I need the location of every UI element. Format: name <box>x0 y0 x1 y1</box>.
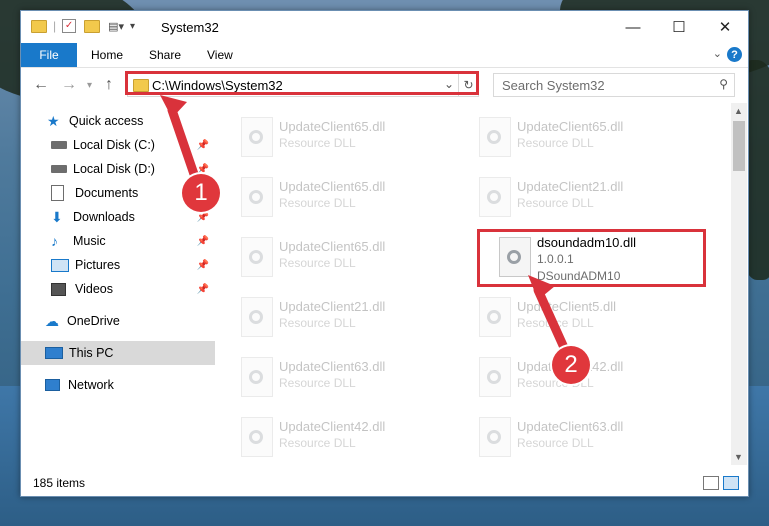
arrow-2-head <box>528 275 555 300</box>
arrow-1-head <box>160 95 187 118</box>
arrow-1 <box>167 105 201 185</box>
callout-1: 1 <box>182 174 220 212</box>
annotation-arrows <box>160 95 571 357</box>
arrow-2 <box>533 285 571 357</box>
callout-2: 2 <box>552 346 590 384</box>
